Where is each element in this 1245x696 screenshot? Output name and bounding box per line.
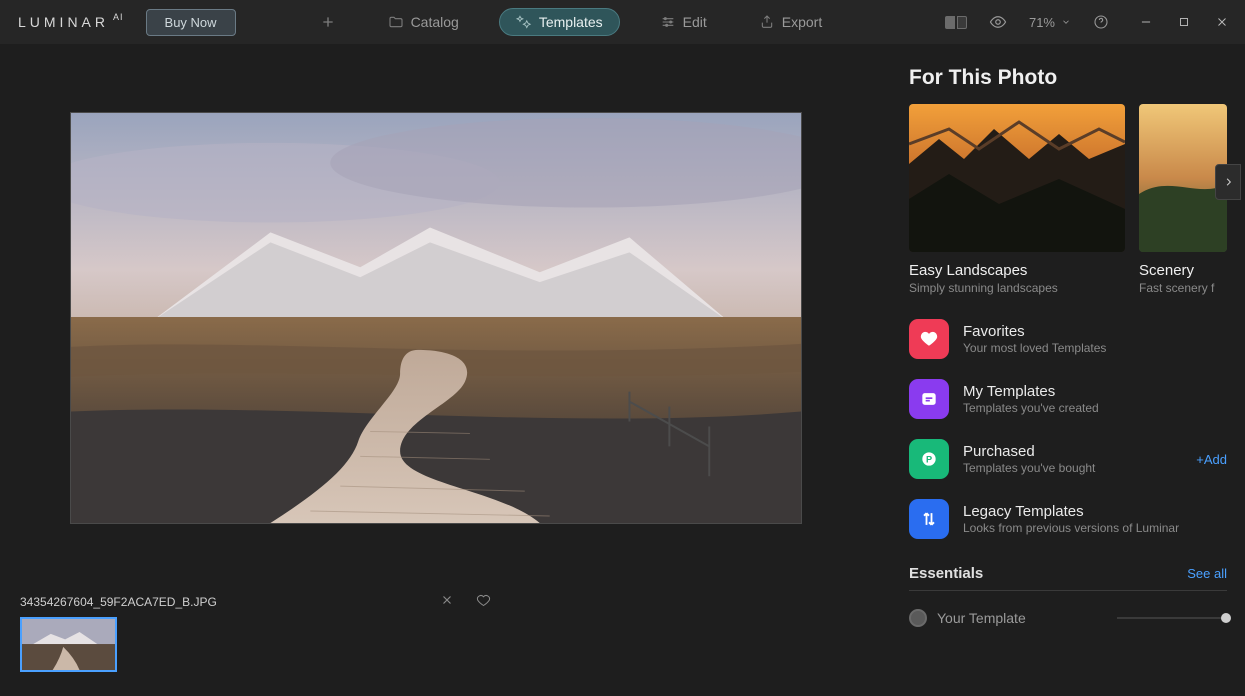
chevron-right-icon — [1223, 173, 1234, 191]
collection-name: Scenery — [1139, 262, 1227, 279]
category-legacy[interactable]: Legacy Templates Looks from previous ver… — [909, 499, 1227, 539]
thumbnail-image — [22, 619, 115, 670]
category-desc: Your most loved Templates — [963, 341, 1106, 355]
nav-templates-label: Templates — [539, 14, 603, 30]
purchased-icon: P — [909, 439, 949, 479]
collection-desc: Simply stunning landscapes — [909, 281, 1125, 295]
nav-catalog[interactable]: Catalog — [376, 9, 471, 35]
sparkle-icon — [516, 14, 532, 30]
preview-image — [71, 113, 801, 523]
category-desc: Templates you've bought — [963, 461, 1095, 475]
category-desc: Templates you've created — [963, 401, 1099, 415]
buy-now-button[interactable]: Buy Now — [146, 9, 236, 36]
collection-card-scenery[interactable]: Scenery Fast scenery f — [1139, 104, 1227, 295]
category-title: Legacy Templates — [963, 503, 1179, 520]
file-actions — [440, 593, 491, 608]
nav-edit[interactable]: Edit — [648, 9, 719, 35]
compare-toggle[interactable] — [945, 16, 967, 29]
canvas-column: 34354267604_59F2ACA7ED_B.JPG — [0, 44, 897, 696]
template-amount-slider[interactable] — [1117, 617, 1227, 619]
template-dot-icon[interactable] — [909, 609, 927, 627]
current-file-name: 34354267604_59F2ACA7ED_B.JPG — [20, 595, 897, 609]
chevron-down-icon — [1061, 17, 1071, 27]
add-button[interactable] — [308, 9, 348, 35]
reject-icon[interactable] — [440, 593, 454, 607]
top-bar: LUMINAR AI Buy Now Catalog Templates Edi… — [0, 0, 1245, 44]
app-logo: LUMINAR AI — [18, 14, 124, 30]
maximize-button[interactable] — [1177, 15, 1191, 29]
collections-next-button[interactable] — [1215, 164, 1241, 200]
collections-row: Easy Landscapes Simply stunning landscap… — [909, 104, 1227, 295]
file-name-text: 34354267604_59F2ACA7ED_B.JPG — [20, 595, 217, 609]
thumbnail-selected[interactable] — [20, 617, 117, 672]
app-logo-sup: AI — [113, 12, 124, 22]
nav-edit-label: Edit — [683, 14, 707, 30]
add-purchased-link[interactable]: +Add — [1196, 452, 1227, 467]
sliders-icon — [660, 14, 676, 30]
folder-icon — [388, 14, 404, 30]
main-nav: Catalog Templates Edit Export — [308, 8, 835, 36]
panel-title: For This Photo — [909, 66, 1227, 90]
eye-icon[interactable] — [989, 13, 1007, 31]
category-title: Favorites — [963, 323, 1106, 340]
help-icon[interactable] — [1093, 14, 1109, 30]
essentials-title: Essentials — [909, 565, 983, 582]
photo-preview[interactable] — [70, 112, 802, 524]
category-purchased[interactable]: P Purchased Templates you've bought +Add — [909, 439, 1227, 479]
collection-card-easy-landscapes[interactable]: Easy Landscapes Simply stunning landscap… — [909, 104, 1125, 295]
templates-panel: For This Photo Easy Landscapes Simply st… — [897, 44, 1245, 696]
app-logo-text: LUMINAR — [18, 14, 109, 30]
see-all-link[interactable]: See all — [1187, 566, 1227, 581]
zoom-value: 71% — [1029, 15, 1055, 30]
window-controls — [1139, 15, 1235, 29]
category-desc: Looks from previous versions of Luminar — [963, 521, 1179, 535]
collection-thumb — [1139, 104, 1227, 252]
heart-icon — [909, 319, 949, 359]
zoom-dropdown[interactable]: 71% — [1029, 15, 1071, 30]
collection-thumb — [909, 104, 1125, 252]
your-template-row: Your Template — [909, 609, 1227, 627]
filmstrip: 34354267604_59F2ACA7ED_B.JPG — [20, 595, 897, 672]
category-favorites[interactable]: Favorites Your most loved Templates — [909, 319, 1227, 359]
nav-templates[interactable]: Templates — [499, 8, 620, 36]
category-title: Purchased — [963, 443, 1095, 460]
card-icon — [909, 379, 949, 419]
export-icon — [759, 14, 775, 30]
main-area: 34354267604_59F2ACA7ED_B.JPG For This Ph… — [0, 44, 1245, 696]
category-title: My Templates — [963, 383, 1099, 400]
toolbar-right: 71% — [945, 13, 1235, 31]
category-my-templates[interactable]: My Templates Templates you've created — [909, 379, 1227, 419]
minimize-button[interactable] — [1139, 15, 1153, 29]
collection-desc: Fast scenery f — [1139, 281, 1227, 295]
favorite-icon[interactable] — [476, 593, 491, 608]
arrows-icon — [909, 499, 949, 539]
collection-name: Easy Landscapes — [909, 262, 1125, 279]
template-categories: Favorites Your most loved Templates My T… — [909, 319, 1227, 539]
your-template-label: Your Template — [937, 610, 1026, 626]
nav-catalog-label: Catalog — [411, 14, 459, 30]
essentials-header: Essentials See all — [909, 565, 1227, 591]
nav-export[interactable]: Export — [747, 9, 834, 35]
nav-export-label: Export — [782, 14, 822, 30]
plus-icon — [320, 14, 336, 30]
svg-text:P: P — [926, 454, 932, 464]
close-button[interactable] — [1215, 15, 1229, 29]
